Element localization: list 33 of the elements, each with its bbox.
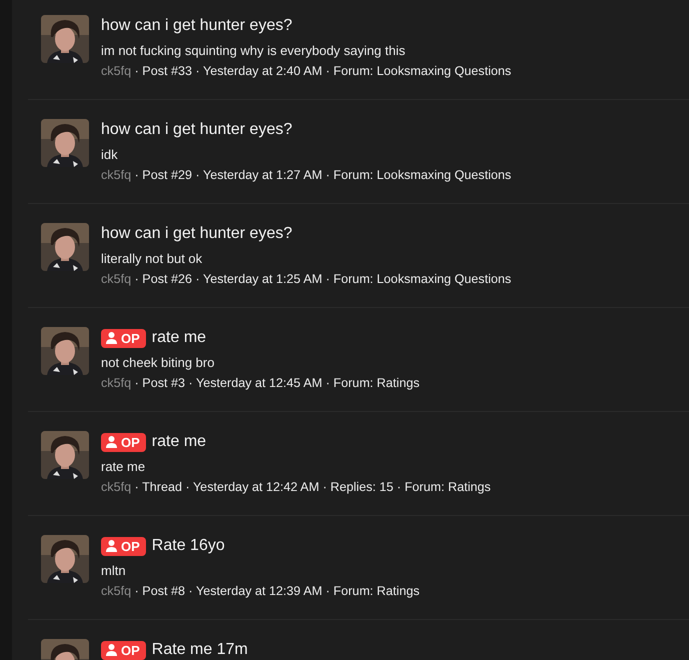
- post-snippet: idk: [101, 146, 119, 163]
- op-badge: OP: [101, 640, 146, 660]
- person-icon: [106, 540, 117, 552]
- post-details: · Post #3 · Yesterday at 12:45 AM · Forum: Ratings: [134, 376, 420, 390]
- post-title[interactable]: how can i get hunter eyes?: [101, 225, 292, 243]
- post-details: · Post #29 · Yesterday at 1:27 AM · Forum: Looksmaxing Questions: [134, 168, 512, 182]
- username-link[interactable]: ck5fq: [101, 480, 132, 494]
- post-title[interactable]: how can i get hunter eyes?: [101, 17, 292, 35]
- post-title[interactable]: rate me: [152, 329, 206, 347]
- op-badge: OP: [101, 432, 146, 452]
- post-title[interactable]: rate me: [152, 433, 206, 451]
- post-title[interactable]: Rate me 17m: [152, 641, 248, 659]
- username-link[interactable]: ck5fq: [101, 272, 132, 286]
- person-icon: [106, 644, 117, 656]
- post-snippet: literally not but ok: [101, 250, 204, 267]
- post-snippet: mltn: [101, 562, 127, 579]
- username-link[interactable]: ck5fq: [101, 168, 132, 182]
- post-snippet: not cheek biting bro: [101, 354, 216, 371]
- post-details: · Thread · Yesterday at 12:42 AM · Replies: 15 · Forum: Ratings: [134, 480, 491, 494]
- post-details: · Post #33 · Yesterday at 2:40 AM · Forum: Looksmaxing Questions: [134, 64, 512, 78]
- person-icon: [106, 436, 117, 448]
- username-link[interactable]: ck5fq: [101, 64, 132, 78]
- post-title[interactable]: Rate 16yo: [152, 537, 225, 555]
- post-snippet: rate me: [101, 458, 146, 475]
- op-badge: OP: [101, 328, 146, 348]
- username-link[interactable]: ck5fq: [101, 584, 132, 598]
- post-details: · Post #26 · Yesterday at 1:25 AM · Forum: Looksmaxing Questions: [134, 272, 512, 286]
- post-details: · Post #8 · Yesterday at 12:39 AM · Forum: Ratings: [134, 584, 420, 598]
- op-badge: OP: [101, 536, 146, 556]
- post-title[interactable]: how can i get hunter eyes?: [101, 121, 292, 139]
- person-icon: [106, 332, 117, 344]
- username-link[interactable]: ck5fq: [101, 376, 132, 390]
- post-snippet: im not fucking squinting why is everybody saying this: [101, 42, 406, 59]
